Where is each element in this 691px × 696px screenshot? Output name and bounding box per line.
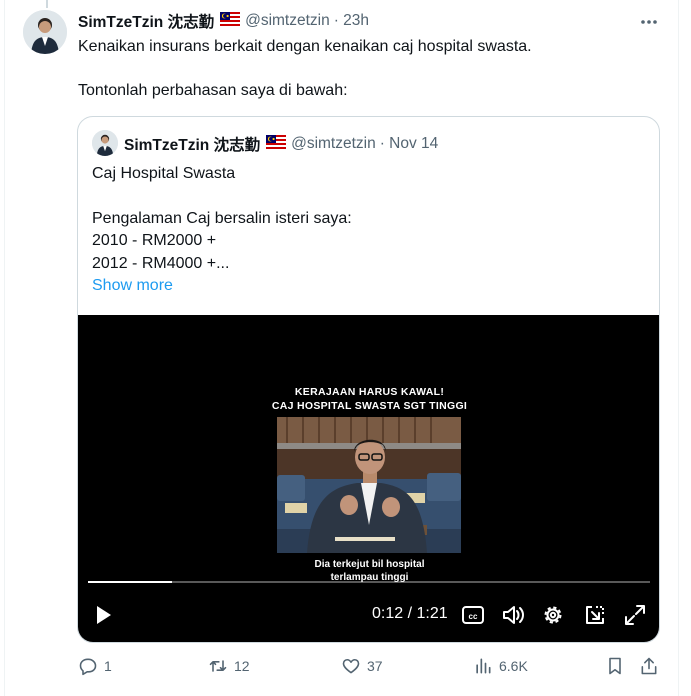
- video-subtitle-line1: Dia terkejut bil hospital: [314, 559, 425, 570]
- author-handle[interactable]: @simtzetzin: [245, 12, 330, 30]
- views-icon: [473, 656, 493, 676]
- author-avatar[interactable]: [23, 10, 67, 54]
- author-name[interactable]: SimTzeTzin 沈志勤: [78, 10, 214, 32]
- action-bar: 1 12 37 6.6K: [0, 656, 691, 680]
- repost-button[interactable]: 12: [208, 656, 250, 676]
- video-progress-fill: [88, 581, 173, 583]
- quoted-post[interactable]: SimTzeTzin 沈志勤 @simtzetzin · Nov 14 Caj …: [77, 116, 660, 643]
- quoted-author-handle: @simtzetzin: [291, 135, 376, 152]
- like-count: 37: [367, 658, 383, 674]
- video-time: 0:12 / 1:21: [372, 605, 448, 623]
- like-button[interactable]: 37: [341, 656, 383, 676]
- quoted-text-line: 2012 - RM4000 +...: [92, 255, 230, 272]
- video-frame: [277, 417, 461, 553]
- repost-count: 12: [234, 658, 250, 674]
- volume-icon[interactable]: [500, 602, 526, 628]
- quoted-time: · Nov 14: [379, 135, 439, 152]
- picture-in-picture-icon[interactable]: [582, 602, 608, 628]
- video-progress-bar[interactable]: [88, 581, 650, 583]
- play-icon[interactable]: [90, 602, 116, 628]
- views-button[interactable]: 6.6K: [473, 656, 528, 676]
- quoted-text-line: Caj Hospital Swasta: [92, 165, 236, 182]
- repost-icon: [208, 656, 228, 676]
- fullscreen-icon[interactable]: [622, 602, 648, 628]
- post-text-line1: Kenaikan insurans berkait dengan kenaika…: [78, 38, 532, 55]
- video-caption-line1: KERAJAAN HARUS KAWAL!: [294, 386, 445, 398]
- malaysia-flag-icon: [266, 134, 287, 154]
- bookmark-button[interactable]: [605, 656, 625, 676]
- quoted-author-name: SimTzeTzin 沈志勤: [124, 137, 261, 154]
- video-player[interactable]: KERAJAAN HARUS KAWAL! CAJ HOSPITAL SWAST…: [78, 315, 659, 642]
- thread-connector: [46, 0, 48, 8]
- bookmark-icon: [605, 656, 625, 676]
- settings-icon[interactable]: [540, 602, 566, 628]
- reply-icon: [78, 656, 98, 676]
- svg-text:cc: cc: [469, 612, 478, 621]
- quoted-author-avatar: [92, 130, 118, 156]
- post-text-line2: Tontonlah perbahasan saya di bawah:: [78, 82, 348, 99]
- post-time[interactable]: · 23h: [334, 12, 369, 30]
- share-button[interactable]: [639, 656, 659, 676]
- more-horizontal-icon[interactable]: [637, 11, 661, 33]
- heart-icon: [341, 656, 361, 676]
- video-caption-line2: CAJ HOSPITAL SWASTA SGT TINGGI: [271, 400, 468, 412]
- captions-icon[interactable]: cc: [460, 602, 486, 628]
- views-count: 6.6K: [499, 658, 528, 674]
- post-header: SimTzeTzin 沈志勤 @simtzetzin · 23h: [78, 10, 369, 32]
- share-icon: [639, 656, 659, 676]
- show-more-link[interactable]: Show more: [92, 276, 173, 296]
- quoted-text-line: 2010 - RM2000 +: [92, 232, 217, 249]
- video-time-display: 0:12 / 1:21: [372, 605, 448, 622]
- quoted-header: SimTzeTzin 沈志勤 @simtzetzin · Nov 14: [124, 133, 438, 155]
- reply-count: 1: [104, 658, 112, 674]
- malaysia-flag-icon: [220, 11, 241, 31]
- reply-button[interactable]: 1: [78, 656, 112, 676]
- quoted-text-line: Pengalaman Caj bersalin isteri saya:: [92, 210, 352, 227]
